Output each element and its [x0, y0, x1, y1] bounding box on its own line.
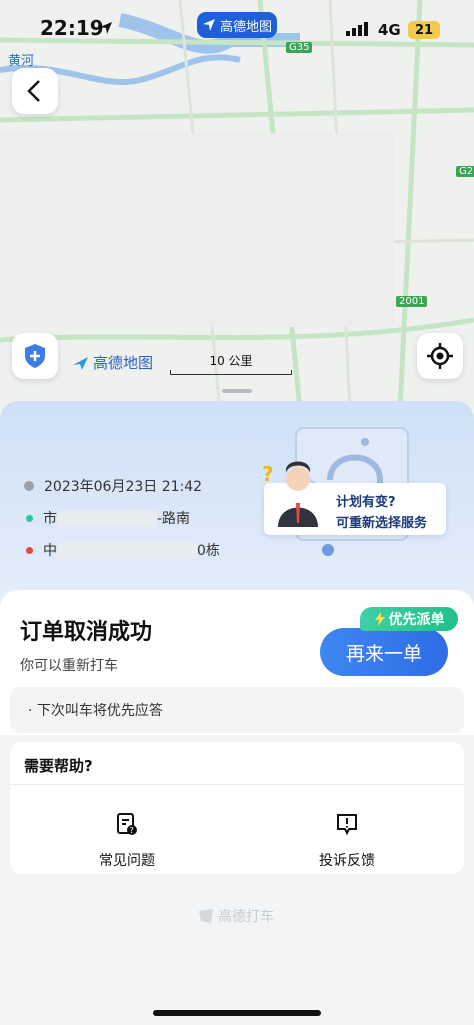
footer-brand: 高德打车 [197, 906, 274, 926]
dest-redacted [57, 543, 197, 559]
person-thinking-icon: ? [262, 461, 318, 527]
crosshair-icon [427, 343, 453, 369]
priority-badge: 优先派单 [360, 607, 458, 631]
origin-redacted [57, 511, 157, 527]
origin-prefix: 市 [43, 511, 57, 527]
app-pill-label: 高德地图 [219, 19, 272, 35]
priority-badge-label: 优先派单 [388, 612, 445, 628]
svg-text:?: ? [262, 462, 274, 486]
drag-handle[interactable] [222, 389, 252, 393]
faq-icon: ? [117, 813, 137, 835]
network-label: 4G [378, 21, 401, 39]
complaint-button[interactable]: 投诉反馈 [287, 812, 407, 870]
amap-logo: 高德地图 [72, 352, 153, 373]
shield-icon [25, 344, 45, 368]
destination-dot [26, 546, 33, 554]
signal-icon [346, 22, 368, 36]
dest-suffix: 0栋 [197, 543, 220, 559]
help-divider [10, 784, 464, 785]
send-icon [202, 19, 215, 31]
order-subtitle: 你可以重新打车 [20, 658, 118, 674]
svg-text:?: ? [130, 826, 134, 835]
origin-dot [26, 514, 33, 522]
brand-logo-icon [199, 909, 213, 923]
road-sign-g2: G2 [456, 166, 474, 177]
status-bar: 22:19 高德地图 4G 21 [0, 0, 474, 60]
road-sign-2001: 2001 [396, 296, 428, 307]
priority-notice: · 下次叫车将优先应答 [10, 687, 464, 733]
scale-bar [170, 370, 292, 375]
lightning-icon [374, 612, 385, 626]
promo-line1: 计划有变? [336, 495, 396, 510]
battery-indicator: 21 [408, 21, 440, 39]
trip-origin-row: 市 -路南 [24, 502, 220, 534]
dest-prefix: 中 [43, 543, 57, 559]
origin-suffix: -路南 [157, 511, 191, 527]
order-title: 订单取消成功 [20, 620, 153, 645]
trip-dest-row: 中 0栋 [24, 534, 220, 566]
app-pill[interactable]: 高德地图 [197, 12, 277, 38]
location-arrow-icon [100, 22, 112, 34]
complaint-label: 投诉反馈 [319, 853, 375, 869]
amap-logo-icon [73, 356, 88, 370]
locate-button[interactable] [417, 333, 463, 379]
trip-time-row: 2023年06月23日 21:42 [24, 470, 220, 502]
redacted-area [0, 133, 394, 327]
priority-notice-text: · 下次叫车将优先应答 [28, 703, 163, 719]
footer-brand-text: 高德打车 [218, 909, 274, 925]
map-scale: 10 公里 [170, 352, 292, 375]
reorder-button[interactable]: 再来一单 [320, 628, 448, 676]
back-button[interactable] [12, 68, 58, 114]
trip-info: 2023年06月23日 21:42 市 -路南 中 0栋 [24, 470, 220, 566]
trip-datetime: 2023年06月23日 21:42 [44, 479, 203, 495]
amap-logo-text: 高德地图 [93, 354, 154, 372]
promo-bubble[interactable]: ? 计划有变? 可重新选择服务 [262, 461, 446, 535]
faq-label: 常见问题 [99, 853, 155, 869]
home-indicator [153, 1010, 321, 1016]
clock-icon [24, 481, 34, 491]
promo-line2: 可重新选择服务 [336, 516, 428, 531]
safety-button[interactable] [12, 333, 58, 379]
scale-label: 10 公里 [209, 354, 253, 368]
help-title: 需要帮助? [24, 757, 93, 775]
feedback-icon [337, 814, 357, 836]
status-time: 22:19 [40, 16, 104, 40]
faq-button[interactable]: ? 常见问题 [67, 812, 187, 870]
chevron-left-icon [27, 80, 40, 102]
